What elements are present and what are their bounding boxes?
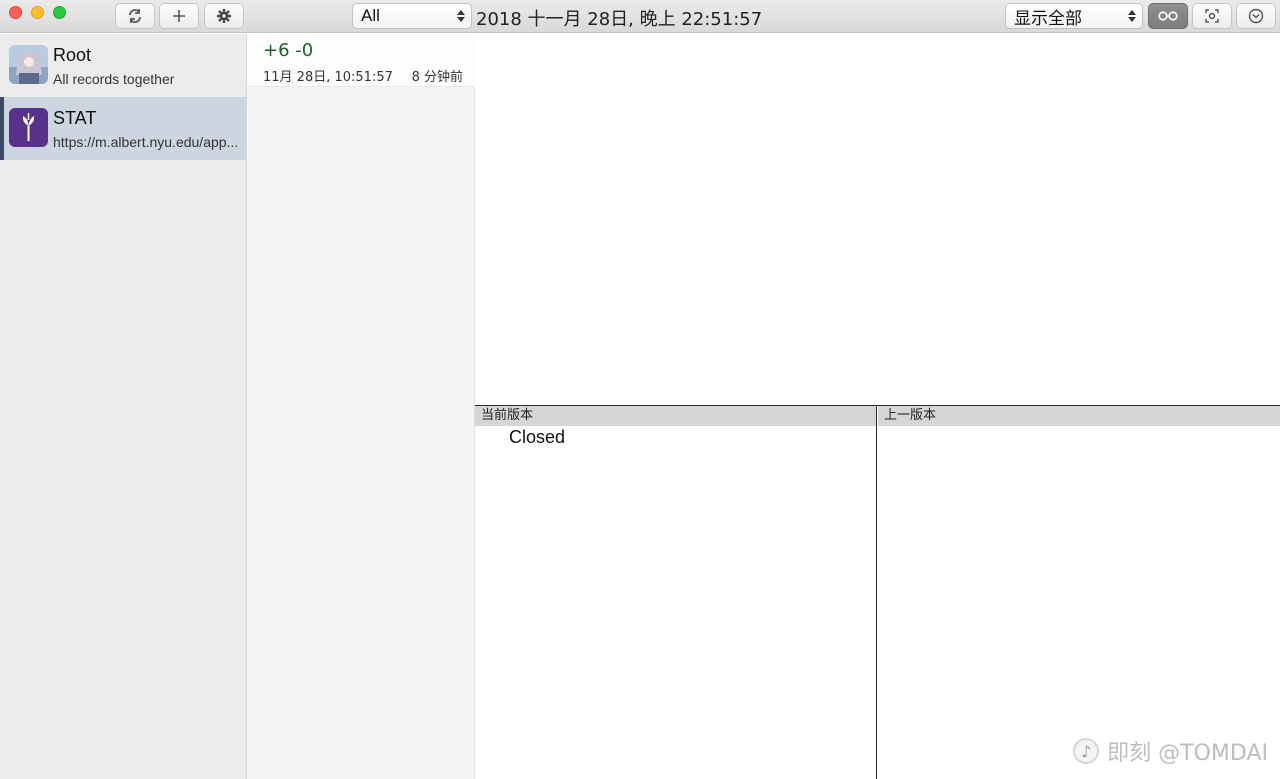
add-button[interactable] bbox=[159, 3, 199, 29]
jike-logo-icon: ♪ bbox=[1073, 738, 1100, 764]
minimize-window-button[interactable] bbox=[31, 6, 44, 19]
settings-button[interactable] bbox=[204, 3, 244, 29]
previous-version-pane: 上一版本 bbox=[878, 406, 1280, 779]
site-sidebar: Root All records together STAT https://m… bbox=[0, 34, 247, 779]
view-select-value: 显示全部 bbox=[1014, 8, 1082, 28]
more-button[interactable] bbox=[1236, 3, 1276, 29]
watermark: ♪ 即刻 @TOMDAI bbox=[1073, 735, 1268, 767]
circle-chevron-icon bbox=[1248, 8, 1264, 24]
current-version-header: 当前版本 bbox=[475, 406, 876, 426]
watermark-text: 即刻 @TOMDAI bbox=[1107, 741, 1268, 766]
record-date: 11月 28日, 10:51:57 bbox=[263, 70, 393, 85]
current-datetime: 2018 十一月 28日, 晚上 22:51:57 bbox=[476, 9, 763, 30]
list-item[interactable]: +6 -0 11月 28日, 10:51:57 8 分钟前 bbox=[247, 34, 475, 87]
site-subtitle: All records together bbox=[53, 71, 175, 87]
gear-icon bbox=[217, 9, 231, 23]
glasses-icon bbox=[1158, 11, 1178, 21]
sidebar-item-root[interactable]: Root All records together bbox=[0, 34, 247, 97]
record-relative-time: 8 分钟前 bbox=[411, 70, 463, 85]
filter-select-value: All bbox=[361, 6, 380, 25]
screenshot-button[interactable] bbox=[1192, 3, 1232, 29]
sidebar-item-stat[interactable]: STAT https://m.albert.nyu.edu/app... bbox=[0, 97, 247, 160]
view-select[interactable]: 显示全部 bbox=[1005, 3, 1143, 29]
stat-avatar bbox=[9, 108, 48, 147]
reader-mode-button[interactable] bbox=[1148, 3, 1188, 29]
current-version-content: Closed bbox=[509, 427, 566, 447]
record-list: +6 -0 11月 28日, 10:51:57 8 分钟前 bbox=[247, 34, 475, 779]
site-subtitle: https://m.albert.nyu.edu/app... bbox=[53, 134, 239, 150]
record-delta: +6 -0 bbox=[263, 40, 314, 61]
current-version-pane: 当前版本 Closed bbox=[475, 406, 877, 779]
select-arrows-icon bbox=[1127, 8, 1137, 24]
site-name: STAT bbox=[53, 108, 97, 128]
previous-version-header: 上一版本 bbox=[878, 406, 1280, 426]
select-arrows-icon bbox=[456, 8, 466, 24]
filter-select[interactable]: All bbox=[352, 3, 472, 29]
focus-frame-icon bbox=[1205, 9, 1219, 23]
site-name: Root bbox=[53, 45, 92, 65]
root-avatar bbox=[9, 45, 48, 84]
toolbar: All 2018 十一月 28日, 晚上 22:51:57 显示全部 bbox=[0, 0, 1280, 33]
plus-icon bbox=[173, 10, 185, 22]
page-preview bbox=[475, 34, 1280, 405]
zoom-window-button[interactable] bbox=[53, 6, 66, 19]
refresh-button[interactable] bbox=[115, 3, 155, 29]
refresh-icon bbox=[129, 9, 141, 23]
close-window-button[interactable] bbox=[9, 6, 22, 19]
diff-view: 当前版本 Closed 上一版本 bbox=[475, 405, 1280, 779]
